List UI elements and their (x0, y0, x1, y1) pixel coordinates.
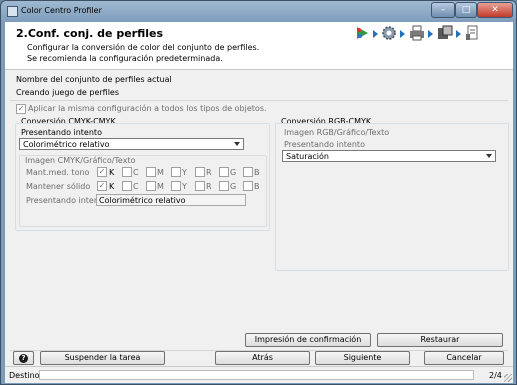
checkbox-solid-c[interactable] (122, 181, 132, 191)
chevron-down-icon (234, 142, 240, 146)
rgb-group-title: Imagen RGB/Gráfico/Texto (284, 128, 390, 137)
app-icon (7, 6, 18, 17)
checkbox-mant-g[interactable] (219, 167, 229, 177)
suspend-task-button[interactable]: Suspender la tarea (40, 351, 165, 365)
cmyk-row-label: Mant.med. tono (26, 168, 90, 177)
profile-set-name-label: Nombre del conjunto de perfiles actual (16, 75, 172, 84)
channel-label: M (157, 182, 164, 191)
page-indicator: 2/4 (489, 371, 502, 380)
minimize-button[interactable]: – (431, 2, 455, 18)
cmyk-row-label: Mantener sólido (26, 182, 91, 191)
help-icon: ? (19, 354, 28, 363)
cmyk-intent-select[interactable]: Colorimétrico relativo (19, 138, 244, 150)
cancel-button[interactable]: Cancelar (424, 351, 504, 365)
channel-label: G (230, 168, 237, 177)
apply-all-checkbox[interactable]: ✓ (16, 104, 26, 114)
checkbox-mant-c[interactable] (122, 167, 132, 177)
profile-step-icon (438, 25, 453, 39)
channel-label: Y (182, 168, 187, 177)
print-confirmation-button[interactable]: Impresión de confirmación (245, 333, 371, 347)
printer-step-icon (410, 25, 424, 41)
resize-grip-icon[interactable] (504, 374, 512, 382)
channel-label: G (230, 182, 237, 191)
checkbox-mant-r[interactable] (195, 167, 205, 177)
channel-label: M (157, 168, 164, 177)
step-description: Configurar la conversión de color del co… (27, 42, 259, 64)
channel-label: C (133, 182, 139, 191)
next-button[interactable]: Siguiente (315, 351, 410, 365)
gear-step-icon (382, 26, 396, 40)
checkbox-solid-k[interactable]: ✓ (97, 181, 107, 191)
rgb-intent-select[interactable]: Saturación (282, 150, 496, 162)
step-arrow-icon (400, 30, 405, 38)
window-title: Color Centro Profiler (21, 6, 102, 15)
checkbox-mant-b[interactable] (243, 167, 253, 177)
cmyk-intent-value: Colorimétrico relativo (23, 140, 110, 149)
close-button[interactable]: ✕ (477, 2, 513, 18)
step-arrow-icon (428, 30, 433, 38)
channel-label: K (109, 168, 115, 177)
checkbox-solid-m[interactable] (146, 181, 156, 191)
destination-field (39, 370, 474, 380)
apply-all-label: Aplicar la misma configuración a todos l… (28, 104, 267, 113)
rgb-intent-value: Saturación (286, 152, 329, 161)
back-button[interactable]: Atrás (215, 351, 310, 365)
channel-label: B (254, 168, 260, 177)
step-title: 2.Conf. conj. de perfiles (16, 27, 164, 40)
cmyk-intent-label: Presentando intento (21, 128, 102, 137)
cmyk-intent2-label: Presentando intento (26, 196, 107, 205)
cmyk-image-group (19, 155, 267, 227)
wizard-header: 2.Conf. conj. de perfiles Configurar la … (5, 22, 513, 70)
rgb-intent-label: Presentando intento (284, 140, 365, 149)
app-window: Color Centro Profiler – □ ✕ 2.Conf. conj… (0, 0, 517, 385)
divider (10, 100, 508, 101)
channel-label: C (133, 168, 139, 177)
restore-button[interactable]: Restaurar (377, 333, 503, 347)
wizard-steps (354, 25, 509, 45)
title-bar[interactable]: Color Centro Profiler – □ ✕ (1, 1, 516, 22)
checkbox-solid-r[interactable] (195, 181, 205, 191)
cmyk-group-title: Imagen CMYK/Gráfico/Texto (25, 156, 136, 165)
step-arrow-icon (373, 30, 378, 38)
finish-step-icon (466, 25, 478, 40)
wizard-body: Nombre del conjunto de perfiles actual C… (5, 70, 513, 382)
channel-label: R (206, 168, 212, 177)
description-line-1: Configurar la conversión de color del co… (27, 43, 260, 52)
cmyk-intent2-value: Colorimétrico relativo (99, 196, 186, 205)
checkbox-mant-m[interactable] (146, 167, 156, 177)
profile-set-name-value: Creando juego de perfiles (16, 88, 120, 97)
channel-label: R (206, 182, 212, 191)
cmyk-intent2-field: Colorimétrico relativo (96, 194, 246, 206)
checkbox-solid-b[interactable] (243, 181, 253, 191)
description-line-2: Se recomienda la configuración predeterm… (27, 54, 223, 63)
maximize-button[interactable]: □ (455, 2, 477, 18)
channel-label: B (254, 182, 260, 191)
checkbox-solid-g[interactable] (219, 181, 229, 191)
checkbox-mant-y[interactable] (171, 167, 181, 177)
checkbox-solid-y[interactable] (171, 181, 181, 191)
status-bar: Destino actual 2/4 (5, 366, 513, 383)
play-step-icon (357, 27, 368, 39)
chevron-down-icon (486, 154, 492, 158)
help-button[interactable]: ? (13, 351, 34, 365)
channel-label: K (109, 182, 115, 191)
client-area: 2.Conf. conj. de perfiles Configurar la … (5, 22, 513, 383)
step-arrow-icon (456, 30, 461, 38)
channel-label: Y (182, 182, 187, 191)
checkbox-mant-k[interactable]: ✓ (97, 167, 107, 177)
